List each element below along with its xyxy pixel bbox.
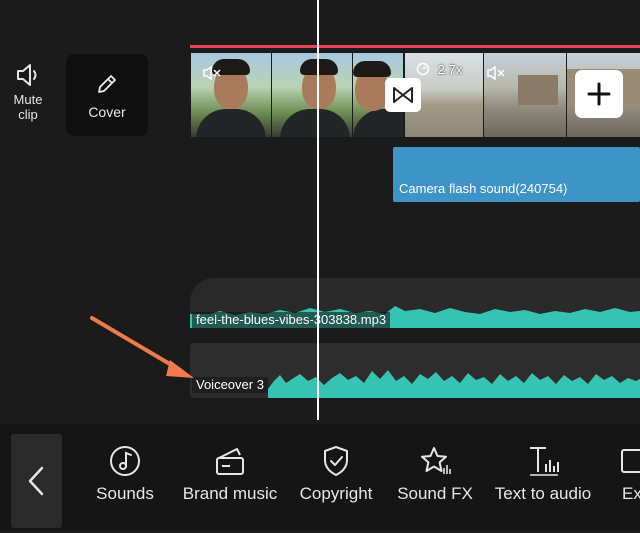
transition-button[interactable] bbox=[385, 78, 421, 112]
extract-icon bbox=[621, 449, 640, 473]
playhead[interactable] bbox=[317, 0, 319, 420]
shield-check-icon bbox=[324, 446, 348, 476]
mute-clip-button[interactable]: Mute clip bbox=[8, 62, 48, 122]
brand-music-button[interactable]: Brand music bbox=[178, 444, 282, 504]
timeline-top-line bbox=[190, 45, 640, 48]
star-sound-icon bbox=[421, 447, 451, 474]
muted-icon bbox=[203, 65, 221, 81]
copyright-button[interactable]: Copyright bbox=[293, 444, 379, 504]
annotation-arrow bbox=[90, 316, 194, 378]
brand-music-icon bbox=[216, 448, 244, 475]
pencil-icon bbox=[98, 75, 116, 93]
back-button[interactable] bbox=[11, 434, 62, 528]
brand-music-label: Brand music bbox=[182, 484, 278, 503]
cover-label: Cover bbox=[88, 104, 126, 120]
speaker-icon bbox=[17, 64, 37, 86]
music-clip-label: feel-the-blues-vibes-303838.mp3 bbox=[192, 312, 391, 328]
text-to-audio-button[interactable]: Text to audio bbox=[488, 444, 598, 504]
speed-gauge-icon bbox=[416, 62, 430, 76]
muted-icon bbox=[487, 65, 505, 81]
transition-icon bbox=[393, 87, 413, 103]
sound-effect-clip[interactable]: Camera flash sound(240754) bbox=[393, 147, 640, 202]
speed-badge: 2.7x bbox=[416, 62, 462, 77]
extract-label: Ex bbox=[622, 484, 640, 503]
sounds-label: Sounds bbox=[96, 484, 154, 503]
plus-icon bbox=[587, 82, 611, 106]
video-thumbnail[interactable] bbox=[272, 53, 352, 137]
video-thumbnail[interactable] bbox=[484, 53, 566, 137]
sound-fx-label: Sound FX bbox=[397, 484, 473, 503]
cover-button[interactable]: Cover bbox=[66, 54, 148, 136]
sound-fx-button[interactable]: Sound FX bbox=[392, 444, 478, 504]
copyright-label: Copyright bbox=[299, 484, 373, 503]
video-thumbnail[interactable] bbox=[191, 53, 271, 137]
extract-button[interactable]: Ex bbox=[618, 444, 640, 504]
text-audio-icon bbox=[530, 447, 559, 476]
sound-effect-label: Camera flash sound(240754) bbox=[399, 181, 568, 196]
add-clip-button[interactable] bbox=[575, 70, 623, 118]
mute-clip-label: Mute clip bbox=[13, 92, 43, 122]
text-to-audio-label: Text to audio bbox=[494, 484, 592, 503]
chevron-left-icon bbox=[28, 466, 44, 496]
music-note-icon bbox=[110, 446, 140, 476]
sounds-button[interactable]: Sounds bbox=[90, 444, 160, 504]
